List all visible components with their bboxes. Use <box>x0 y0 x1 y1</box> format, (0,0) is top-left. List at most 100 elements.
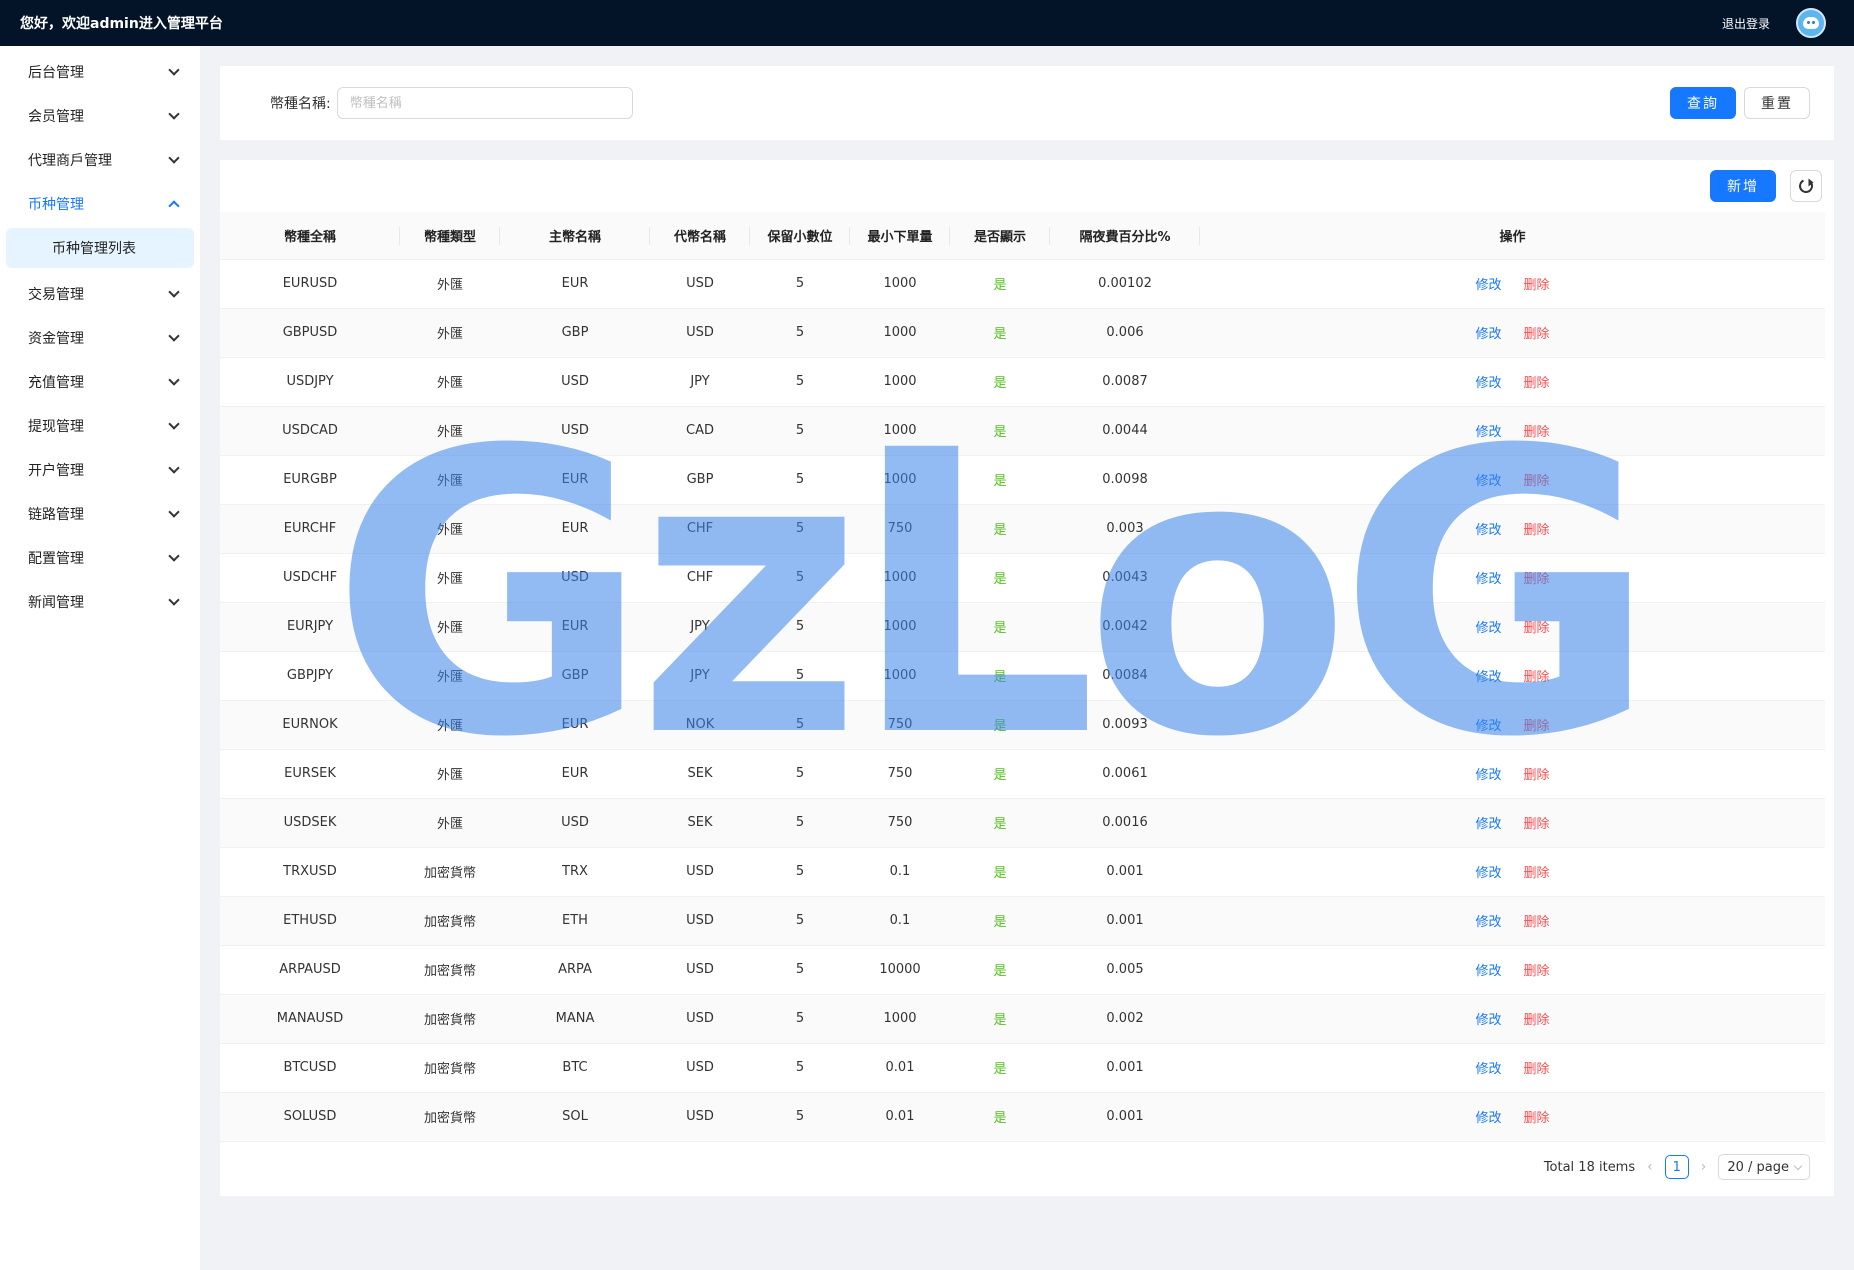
sidebar-item-trading[interactable]: 交易管理 <box>0 272 200 316</box>
delete-link[interactable]: 删除 <box>1524 1013 1550 1028</box>
delete-link[interactable]: 删除 <box>1524 278 1550 293</box>
delete-link[interactable]: 删除 <box>1524 572 1550 587</box>
query-button[interactable]: 查詢 <box>1670 87 1736 119</box>
table-cell: 0.0044 <box>1050 406 1200 456</box>
edit-link[interactable]: 修改 <box>1475 572 1501 587</box>
sidebar-item-withdraw[interactable]: 提现管理 <box>0 404 200 448</box>
table-cell: 1000 <box>850 308 950 358</box>
add-button[interactable]: 新增 <box>1710 170 1776 202</box>
delete-link[interactable]: 删除 <box>1524 1062 1550 1077</box>
table-cell: CHF <box>650 504 750 554</box>
delete-link[interactable]: 删除 <box>1524 327 1550 342</box>
sidebar-item-members[interactable]: 会员管理 <box>0 94 200 138</box>
table-row: USDCAD 外匯 USD CAD 5 1000 是 0.0044 修改 删除 <box>220 406 1825 456</box>
table-cell: 0.002 <box>1050 994 1200 1044</box>
delete-link[interactable]: 删除 <box>1524 768 1550 783</box>
edit-link[interactable]: 修改 <box>1475 1013 1501 1028</box>
table-cell: 5 <box>750 602 850 652</box>
edit-link[interactable]: 修改 <box>1475 621 1501 636</box>
sidebar-item-links[interactable]: 链路管理 <box>0 492 200 536</box>
table-cell: USD <box>650 945 750 995</box>
table-cell: 1000 <box>850 357 950 407</box>
sidebar-item-currency[interactable]: 币种管理 <box>0 182 200 226</box>
sidebar-item-funds[interactable]: 资金管理 <box>0 316 200 360</box>
sidebar-item-label: 会员管理 <box>28 109 84 125</box>
sidebar-item-config[interactable]: 配置管理 <box>0 536 200 580</box>
table-cell: 1000 <box>850 651 950 701</box>
reset-button[interactable]: 重置 <box>1744 87 1810 119</box>
table-cell: USD <box>650 1043 750 1093</box>
delete-link[interactable]: 删除 <box>1524 621 1550 636</box>
column-header: 幣種全稱 <box>220 212 400 260</box>
sidebar-item-deposit[interactable]: 充值管理 <box>0 360 200 404</box>
table-row: MANAUSD 加密貨幣 MANA USD 5 1000 是 0.002 修改 删除 <box>220 994 1825 1044</box>
edit-link[interactable]: 修改 <box>1475 1062 1501 1077</box>
delete-link[interactable]: 删除 <box>1524 964 1550 979</box>
search-buttons: 查詢 重置 <box>1670 87 1810 119</box>
delete-link[interactable]: 删除 <box>1524 915 1550 930</box>
table-cell: 是 <box>950 1043 1050 1093</box>
table-cell: 0.0084 <box>1050 651 1200 701</box>
table-cell: MANAUSD <box>220 994 400 1044</box>
table-cell: 是 <box>950 406 1050 456</box>
avatar[interactable] <box>1796 8 1826 38</box>
sidebar-item-label: 配置管理 <box>28 551 84 567</box>
delete-link[interactable]: 删除 <box>1524 719 1550 734</box>
edit-link[interactable]: 修改 <box>1475 768 1501 783</box>
table-cell: EURNOK <box>220 700 400 750</box>
delete-link[interactable]: 删除 <box>1524 1111 1550 1126</box>
table-cell: 外匯 <box>400 602 500 652</box>
delete-link[interactable]: 删除 <box>1524 817 1550 832</box>
delete-link[interactable]: 删除 <box>1524 670 1550 685</box>
edit-link[interactable]: 修改 <box>1475 376 1501 391</box>
table-cell: USD <box>650 994 750 1044</box>
page-size-select[interactable]: 20 / page <box>1718 1154 1810 1180</box>
delete-link[interactable]: 删除 <box>1524 425 1550 440</box>
next-page-icon[interactable]: › <box>1701 1159 1707 1175</box>
actions-cell: 修改 删除 <box>1200 847 1825 897</box>
edit-link[interactable]: 修改 <box>1475 915 1501 930</box>
user-face-icon <box>1803 17 1819 29</box>
delete-link[interactable]: 删除 <box>1524 474 1550 489</box>
chevron-down-icon <box>168 152 180 164</box>
page-number[interactable]: 1 <box>1664 1155 1689 1179</box>
actions-cell: 修改 删除 <box>1200 798 1825 848</box>
delete-link[interactable]: 删除 <box>1524 523 1550 538</box>
table-row: EURNOK 外匯 EUR NOK 5 750 是 0.0093 修改 删除 <box>220 700 1825 750</box>
table-cell: USD <box>650 259 750 309</box>
table-cell: 是 <box>950 945 1050 995</box>
table-cell: EUR <box>500 602 650 652</box>
edit-link[interactable]: 修改 <box>1475 425 1501 440</box>
edit-link[interactable]: 修改 <box>1475 474 1501 489</box>
table-row: EURSEK 外匯 EUR SEK 5 750 是 0.0061 修改 删除 <box>220 749 1825 799</box>
sidebar-subitem-currency-list[interactable]: 币种管理列表 <box>6 228 194 268</box>
edit-link[interactable]: 修改 <box>1475 278 1501 293</box>
refresh-button[interactable] <box>1790 170 1822 202</box>
table-cell: 是 <box>950 602 1050 652</box>
sidebar-item-news[interactable]: 新闻管理 <box>0 580 200 624</box>
edit-link[interactable]: 修改 <box>1475 964 1501 979</box>
delete-link[interactable]: 删除 <box>1524 376 1550 391</box>
table-cell: JPY <box>650 357 750 407</box>
edit-link[interactable]: 修改 <box>1475 523 1501 538</box>
prev-page-icon[interactable]: ‹ <box>1647 1159 1653 1175</box>
sidebar-item-backend[interactable]: 后台管理 <box>0 50 200 94</box>
edit-link[interactable]: 修改 <box>1475 817 1501 832</box>
edit-link[interactable]: 修改 <box>1475 670 1501 685</box>
table-cell: EUR <box>500 749 650 799</box>
currency-name-input[interactable] <box>336 87 633 119</box>
table-cell: SOL <box>500 1092 650 1142</box>
table-row: GBPUSD 外匯 GBP USD 5 1000 是 0.006 修改 删除 <box>220 308 1825 358</box>
table-cell: USD <box>650 896 750 946</box>
sidebar-item-agents[interactable]: 代理商戶管理 <box>0 138 200 182</box>
edit-link[interactable]: 修改 <box>1475 866 1501 881</box>
actions-cell: 修改 删除 <box>1200 602 1825 652</box>
delete-link[interactable]: 删除 <box>1524 866 1550 881</box>
edit-link[interactable]: 修改 <box>1475 719 1501 734</box>
table-cell: 750 <box>850 798 950 848</box>
logout-link[interactable]: 退出登录 <box>1722 15 1770 32</box>
sidebar-item-account-opening[interactable]: 开户管理 <box>0 448 200 492</box>
table-row: USDCHF 外匯 USD CHF 5 1000 是 0.0043 修改 删除 <box>220 553 1825 603</box>
edit-link[interactable]: 修改 <box>1475 1111 1501 1126</box>
edit-link[interactable]: 修改 <box>1475 327 1501 342</box>
